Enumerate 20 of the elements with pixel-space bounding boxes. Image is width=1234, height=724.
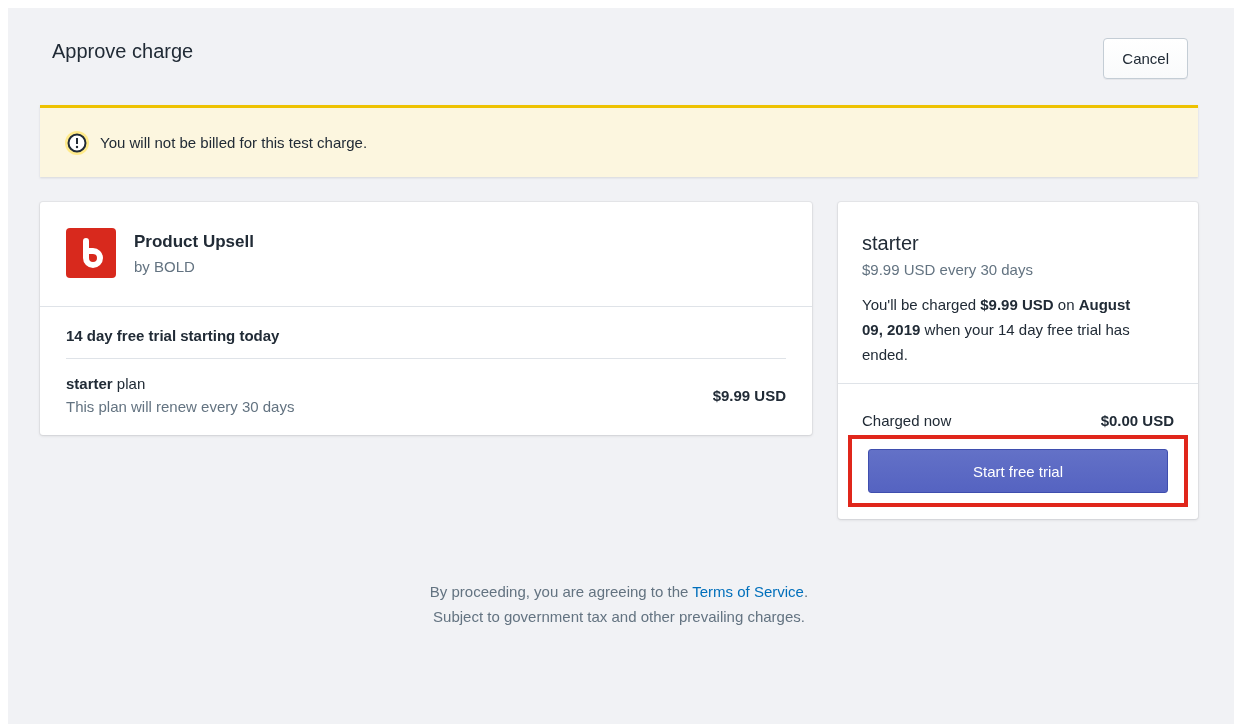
charge-notice: You'll be charged $9.99 USD on August 09, 2019 when your 14 day free trial has ended. — [862, 295, 1132, 365]
page-title: Approve charge — [52, 40, 194, 63]
plan-label: starter plan — [66, 375, 147, 392]
start-trial-button[interactable]: Start free trial — [868, 449, 1168, 493]
plan-price: $9.99 USD — [712, 386, 786, 404]
terms-link[interactable]: Terms of Service — [692, 583, 804, 600]
app-logo-icon — [66, 228, 116, 278]
terms-text: By proceeding, you are agreeing to the Terms of Service. — [428, 582, 810, 602]
app-developer: by BOLD — [134, 258, 196, 275]
charged-label: Charged now — [862, 412, 952, 429]
plan-note: This plan will renew every 30 days — [66, 398, 295, 415]
charged-amount: $0.00 USD — [1100, 412, 1174, 429]
price-line: $9.99 USD every 30 days — [862, 261, 1034, 278]
cancel-button[interactable]: Cancel — [1103, 38, 1188, 79]
banner-text: You will not be billed for this test charge. — [100, 134, 368, 151]
plan-name: starter — [862, 232, 920, 255]
alert-icon — [64, 129, 90, 156]
tax-note: Subject to government tax and other prevailing charges. — [432, 607, 806, 627]
app-name: Product Upsell — [134, 232, 254, 252]
trial-text: 14 day free trial starting today — [66, 327, 786, 359]
